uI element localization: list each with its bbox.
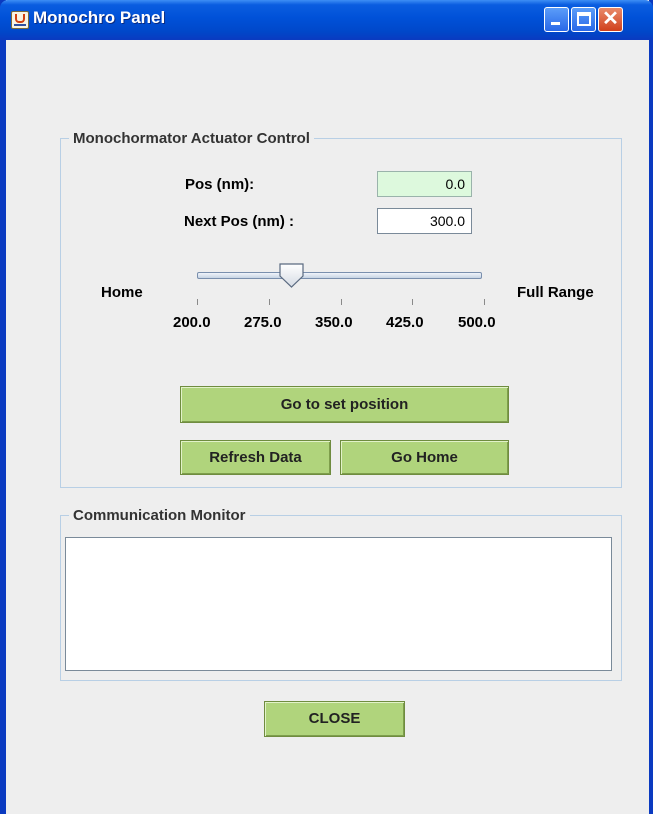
full-range-label: Full Range [517, 284, 594, 301]
next-pos-label: Next Pos (nm) : [184, 213, 295, 230]
title-bar[interactable]: Monochro Panel ✕ [0, 0, 653, 40]
slider-thumb-handle[interactable] [279, 263, 304, 288]
go-home-button[interactable]: Go Home [340, 440, 509, 475]
slider-tick [412, 299, 413, 305]
close-icon: ✕ [602, 8, 619, 30]
slider-tick [197, 299, 198, 305]
minimize-button[interactable] [544, 7, 569, 32]
refresh-data-button[interactable]: Refresh Data [180, 440, 331, 475]
pos-label: Pos (nm): [185, 176, 255, 193]
communication-monitor-textarea[interactable] [65, 537, 612, 671]
home-label: Home [101, 284, 143, 301]
slider-tick [269, 299, 270, 305]
actuator-control-legend: Monochormator Actuator Control [73, 130, 310, 147]
minimize-icon [551, 22, 560, 25]
java-app-icon [11, 11, 29, 29]
maximize-icon [577, 12, 591, 26]
tick-label: 350.0 [315, 314, 353, 331]
window-title: Monochro Panel [33, 8, 166, 27]
slider-tick [341, 299, 342, 305]
tick-label: 500.0 [458, 314, 496, 331]
next-pos-input[interactable]: 300.0 [377, 208, 472, 234]
go-to-set-position-button[interactable]: Go to set position [180, 386, 509, 423]
communication-monitor-legend: Communication Monitor [73, 507, 246, 524]
maximize-button[interactable] [571, 7, 596, 32]
close-window-button[interactable]: ✕ [598, 7, 623, 32]
actuator-control-group: Monochormator Actuator Control [60, 130, 622, 488]
close-button[interactable]: CLOSE [264, 701, 405, 737]
tick-label: 425.0 [386, 314, 424, 331]
pos-field: 0.0 [377, 171, 472, 197]
slider-tick [484, 299, 485, 305]
tick-label: 200.0 [173, 314, 211, 331]
position-slider-track[interactable] [197, 272, 482, 279]
tick-label: 275.0 [244, 314, 282, 331]
